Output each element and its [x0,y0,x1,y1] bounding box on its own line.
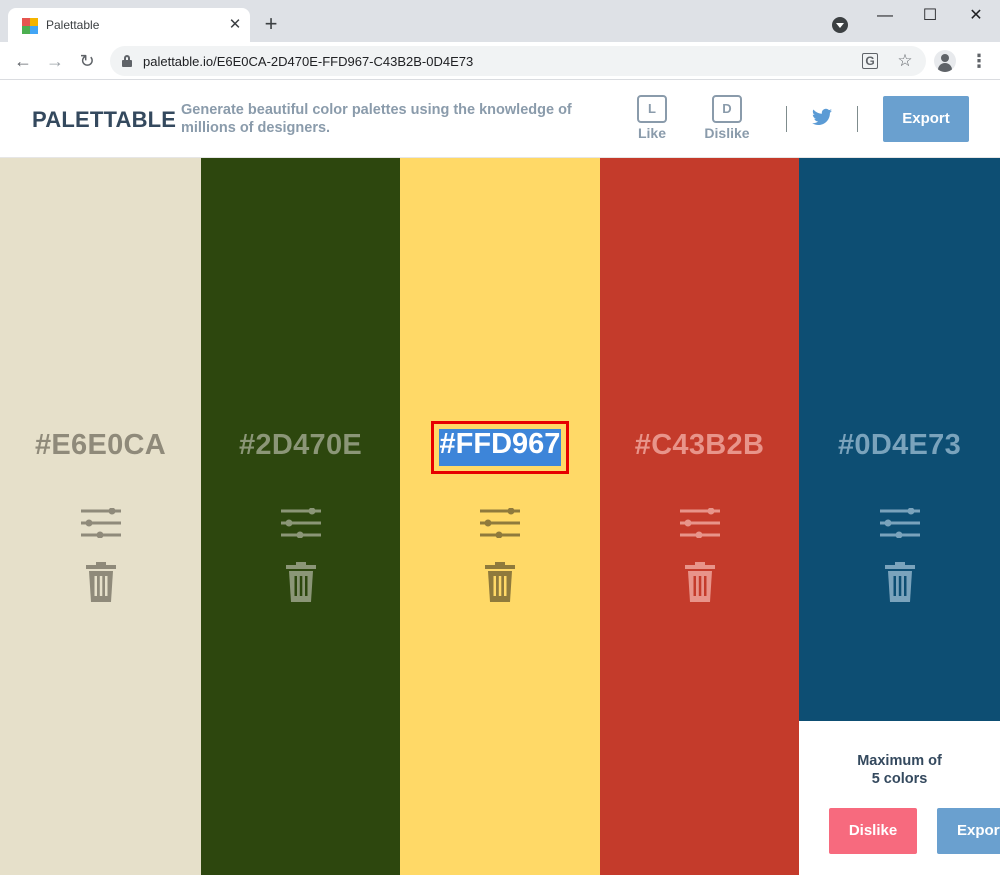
color-swatch[interactable]: #2D470E [201,158,400,875]
color-swatch[interactable] [400,158,600,875]
browser-tab[interactable]: Palettable ✕ [8,8,250,42]
translate-icon[interactable]: G [862,53,878,69]
minimize-icon[interactable]: — [873,6,897,26]
trash-icon[interactable] [684,562,715,602]
trash-icon[interactable] [485,562,515,602]
selected-hex-text[interactable]: #FFD967 [434,428,566,461]
address-bar[interactable]: palettable.io/E6E0CA-2D470E-FFD967-C43B2… [110,46,926,76]
palettable-favicon-icon [22,18,38,34]
back-icon[interactable]: ← [10,48,36,74]
export-palette-button[interactable]: Export [937,808,1000,854]
dislike-palette-button[interactable]: Dislike [829,808,917,854]
selected-hex-highlight[interactable]: #FFD967 [431,421,569,474]
maximize-icon[interactable]: ☐ [918,6,942,26]
lock-icon[interactable] [122,55,132,67]
swatch-hex-code[interactable]: #0D4E73 [799,429,1000,462]
adjust-sliders-icon[interactable] [480,508,520,538]
app-header: PALETTABLE Generate beautiful color pale… [0,81,1000,158]
tab-title: Palettable [46,18,100,32]
swatch-hex-code[interactable]: #2D470E [201,429,400,462]
browser-toolbar: ← → ↻ palettable.io/E6E0CA-2D470E-FFD967… [0,42,1000,80]
color-swatch[interactable]: #C43B2B [600,158,799,875]
like-label: Like [637,125,666,141]
dislike-key: D [712,95,742,123]
swatch-hex-code[interactable]: #C43B2B [600,429,799,462]
twitter-icon[interactable] [812,108,832,126]
color-swatch[interactable]: #E6E0CA [0,158,201,875]
tab-search-icon[interactable] [832,17,848,33]
logo[interactable]: PALETTABLE [32,107,176,133]
new-tab-icon[interactable]: + [260,13,282,36]
limit-message: Maximum of 5 colors [799,752,1000,788]
limit-panel: Maximum of 5 colors Dislike Export [799,721,1000,875]
swatch-hex-code[interactable]: #E6E0CA [0,429,201,462]
bookmark-star-icon[interactable]: ☆ [896,52,914,70]
tagline: Generate beautiful color palettes using … [181,102,572,136]
forward-icon[interactable]: → [42,48,68,74]
dislike-button[interactable]: D Dislike [700,95,754,141]
browser-menu-icon[interactable]: ⋮ [970,50,988,72]
adjust-sliders-icon[interactable] [879,508,920,538]
adjust-sliders-icon[interactable] [80,508,121,538]
color-swatch[interactable]: #0D4E73 [799,158,1000,721]
url-text[interactable]: palettable.io/E6E0CA-2D470E-FFD967-C43B2… [143,54,473,69]
trash-icon[interactable] [884,562,915,602]
adjust-sliders-icon[interactable] [679,508,720,538]
divider [857,106,858,132]
adjust-sliders-icon[interactable] [280,508,321,538]
like-key: L [637,95,667,123]
reload-icon[interactable]: ↻ [74,48,100,74]
browser-tabstrip: Palettable ✕ + — ☐ ✕ [0,0,1000,42]
trash-icon[interactable] [85,562,116,602]
limit-line-1: Maximum of [857,753,942,769]
dislike-label: Dislike [704,125,750,141]
limit-panel-clip: Maximum of 5 colors Dislike Export [799,721,1000,875]
trash-icon[interactable] [285,562,316,602]
window-close-icon[interactable]: ✕ [964,6,988,26]
export-button[interactable]: Export [883,96,969,142]
like-button[interactable]: L Like [637,95,667,141]
divider [786,106,787,132]
profile-icon[interactable] [934,50,956,72]
tab-close-icon[interactable]: ✕ [226,16,244,34]
limit-line-2: 5 colors [871,771,928,787]
